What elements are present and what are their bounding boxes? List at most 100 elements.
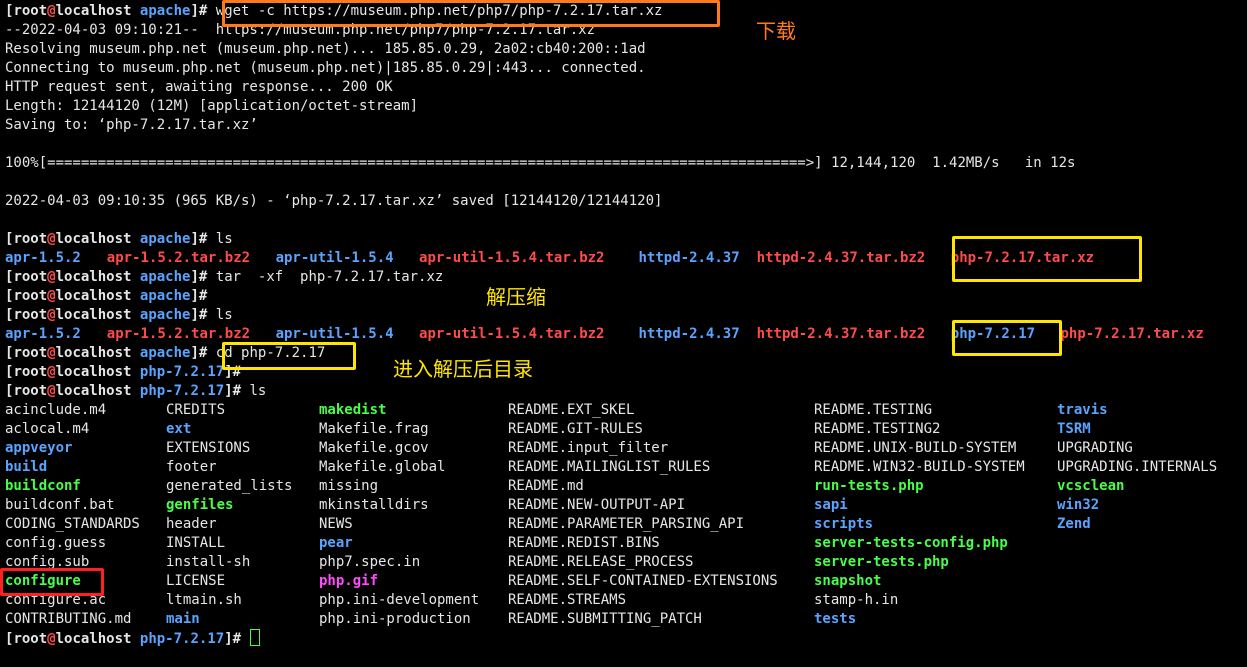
file-entry: apr-util-1.5.4.tar.bz2 — [419, 326, 605, 342]
prompt-dir: apache — [139, 231, 191, 247]
file-entry: php.ini-development — [319, 592, 480, 608]
file-entry: apr-1.5.2 — [5, 326, 81, 342]
file-entry: mkinstalldirs — [319, 497, 429, 513]
file-entry: missing — [319, 478, 379, 494]
prompt-end: ]# — [190, 3, 216, 19]
file-entry: README.SELF-CONTAINED-EXTENSIONS — [508, 573, 778, 589]
file-entry: aclocal.m4 — [5, 421, 90, 437]
command-line: [root@localhost php-7.2.17]# — [5, 629, 1245, 648]
prompt-user: root — [13, 345, 48, 361]
prompt-at: @ — [47, 364, 56, 380]
command-text: ls — [215, 307, 233, 323]
terminal-cursor[interactable] — [250, 629, 261, 646]
prompt-at: @ — [47, 345, 56, 361]
command-line: [root@localhost php-7.2.17]# — [5, 363, 1245, 382]
output-line: Saving to: ‘php-7.2.17.tar.xz’ — [5, 116, 1245, 135]
prompt-at: @ — [47, 288, 56, 304]
ls-output-row: aclocal.m4 ext Makefile.frag README.GIT-RUL… — [5, 420, 1245, 439]
output-text: Saving to: ‘php-7.2.17.tar.xz’ — [5, 117, 258, 133]
file-entry: footer — [166, 459, 217, 475]
ls-output-row: build footer Makefile.global README.MAILING… — [5, 458, 1245, 477]
prompt-at: @ — [47, 269, 56, 285]
prompt-host: localhost — [55, 288, 132, 304]
prompt-dir: apache — [139, 3, 191, 19]
file-entry: apr-1.5.2.tar.bz2 — [106, 250, 251, 266]
file-entry: README.input_filter — [508, 440, 669, 456]
command-text: tar -xf php-7.2.17.tar.xz — [215, 269, 444, 285]
file-entry: Makefile.frag — [319, 421, 429, 437]
file-entry: stamp-h.in — [814, 592, 899, 608]
file-entry: scripts — [814, 516, 874, 532]
annotation-extract: 解压缩 — [486, 285, 546, 309]
file-entry: travis — [1057, 402, 1108, 418]
file-entry: php7.spec.in — [319, 554, 421, 570]
prompt-host: localhost — [55, 345, 132, 361]
file-entry: pear — [319, 535, 353, 551]
command-text: ls — [249, 383, 267, 399]
file-entry: config.guess — [5, 535, 107, 551]
file-entry: generated_lists — [166, 478, 293, 494]
prompt-end: ]# — [190, 345, 216, 361]
file-entry: appveyor — [5, 440, 73, 456]
file-entry: README.TESTING2 — [814, 421, 941, 437]
file-entry: genfiles — [166, 497, 234, 513]
output-text: HTTP request sent, awaiting response... … — [5, 79, 393, 95]
output-text: 100%[===================================… — [5, 155, 1076, 171]
prompt-dir: php-7.2.17 — [139, 631, 225, 647]
tarball-highlight — [952, 236, 1142, 282]
prompt-host: localhost — [55, 231, 132, 247]
file-entry: ltmain.sh — [166, 592, 242, 608]
file-entry: Zend — [1057, 516, 1091, 532]
file-entry: NEWS — [319, 516, 353, 532]
file-entry: CREDITS — [166, 402, 226, 418]
ls-output-row: appveyor EXTENSIONS Makefile.gcov README.in… — [5, 439, 1245, 458]
prompt-dir: apache — [139, 288, 191, 304]
file-entry: LICENSE — [166, 573, 226, 589]
file-entry: README.SUBMITTING_PATCH — [508, 611, 702, 627]
file-entry: php-7.2.17.tar.xz — [1060, 326, 1204, 342]
prompt-host: localhost — [55, 307, 132, 323]
file-entry: buildconf.bat — [5, 497, 115, 513]
output-line: 2022-04-03 09:10:35 (965 KB/s) - ‘php-7.… — [5, 192, 1245, 211]
annotation-enter-dir: 进入解压后目录 — [393, 357, 533, 381]
prompt-dir: php-7.2.17 — [139, 364, 225, 380]
prompt-dir: apache — [139, 345, 191, 361]
file-entry: main — [166, 611, 200, 627]
output-line: Connecting to museum.php.net (museum.php… — [5, 59, 1245, 78]
ls-output-row: buildconf.bat genfiles mkinstalldirs README… — [5, 496, 1245, 515]
prompt-end: ]# — [224, 631, 250, 647]
output-line: HTTP request sent, awaiting response... … — [5, 78, 1245, 97]
prompt-at: @ — [47, 3, 56, 19]
file-entry: header — [166, 516, 217, 532]
file-entry: README.RELEASE_PROCESS — [508, 554, 694, 570]
output-text: Length: 12144120 (12M) [application/octe… — [5, 98, 419, 114]
prompt-dir: apache — [139, 269, 191, 285]
ls-output-row: CODING_STANDARDS header NEWS README.PARAMET… — [5, 515, 1245, 534]
command-text: ls — [215, 231, 233, 247]
ls-output-row: CONTRIBUTING.md main php.ini-production REA… — [5, 610, 1245, 629]
output-line: Resolving museum.php.net (museum.php.net… — [5, 40, 1245, 59]
prompt-end: ]# — [190, 269, 216, 285]
file-entry: README.REDIST.BINS — [508, 535, 660, 551]
cd-command-highlight — [222, 342, 356, 370]
configure-highlight — [0, 568, 104, 596]
ls-output-row: configure.ac ltmain.sh php.ini-development… — [5, 591, 1245, 610]
file-entry: README.EXT_SKEL — [508, 402, 635, 418]
prompt-user: root — [13, 231, 48, 247]
prompt-user: root — [13, 364, 48, 380]
prompt-user: root — [13, 3, 48, 19]
file-entry: TSRM — [1057, 421, 1091, 437]
prompt-host: localhost — [55, 364, 132, 380]
file-entry: INSTALL — [166, 535, 226, 551]
php-dir-highlight — [952, 320, 1062, 356]
file-entry: README.STREAMS — [508, 592, 627, 608]
file-entry: UPGRADING — [1057, 440, 1133, 456]
wget-command-highlight — [222, 0, 720, 27]
file-entry: snapshot — [814, 573, 882, 589]
command-line: [root@localhost apache]# — [5, 287, 1245, 306]
file-entry: README.UNIX-BUILD-SYSTEM — [814, 440, 1017, 456]
file-entry: win32 — [1057, 497, 1100, 513]
file-entry: httpd-2.4.37.tar.bz2 — [756, 250, 926, 266]
prompt-host: localhost — [55, 383, 132, 399]
